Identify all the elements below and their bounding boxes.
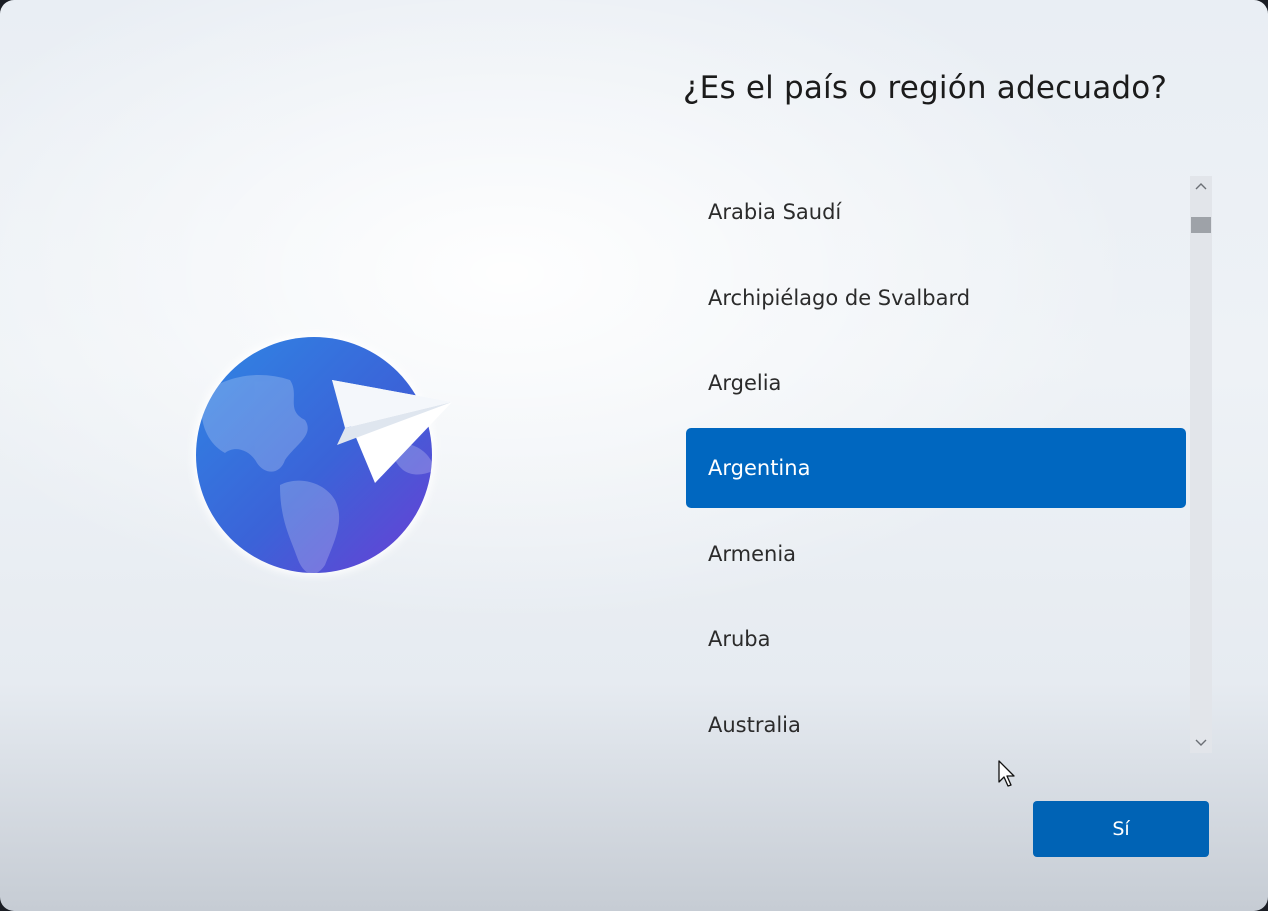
- list-item[interactable]: Archipiélago de Svalbard: [686, 258, 1186, 338]
- list-item-label: Australia: [708, 713, 801, 737]
- list-item-label: Archipiélago de Svalbard: [708, 286, 971, 310]
- list-item-label: Arabia Saudí: [708, 200, 842, 224]
- yes-button[interactable]: Sí: [1033, 801, 1209, 857]
- list-item[interactable]: Argelia: [686, 343, 1186, 423]
- page-title: ¿Es el país o región adecuado?: [683, 70, 1168, 106]
- globe-icon: [193, 334, 452, 576]
- list-item-label: Armenia: [708, 542, 797, 566]
- list-item-label: Aruba: [708, 627, 771, 651]
- list-item[interactable]: Arabia Saudí: [686, 172, 1186, 252]
- chevron-up-icon[interactable]: [1190, 176, 1212, 196]
- list-item[interactable]: Armenia: [686, 514, 1186, 594]
- list-item[interactable]: Aruba: [686, 599, 1186, 679]
- globe-illustration: [185, 325, 465, 585]
- chevron-down-icon[interactable]: [1190, 733, 1212, 753]
- scrollbar-thumb[interactable]: [1191, 217, 1211, 233]
- list-scrollbar[interactable]: [1190, 176, 1212, 753]
- list-item-label: Argentina: [708, 456, 811, 480]
- region-list[interactable]: Arabia Saudí Archipiélago de Svalbard Ar…: [686, 172, 1188, 752]
- oobe-screen: ¿Es el país o región adecuado? Arabia Sa…: [0, 0, 1268, 911]
- mouse-pointer-icon: [998, 760, 1018, 792]
- list-item[interactable]: Australia: [686, 685, 1186, 752]
- list-item-label: Argelia: [708, 371, 782, 395]
- list-item-selected[interactable]: Argentina: [686, 428, 1186, 508]
